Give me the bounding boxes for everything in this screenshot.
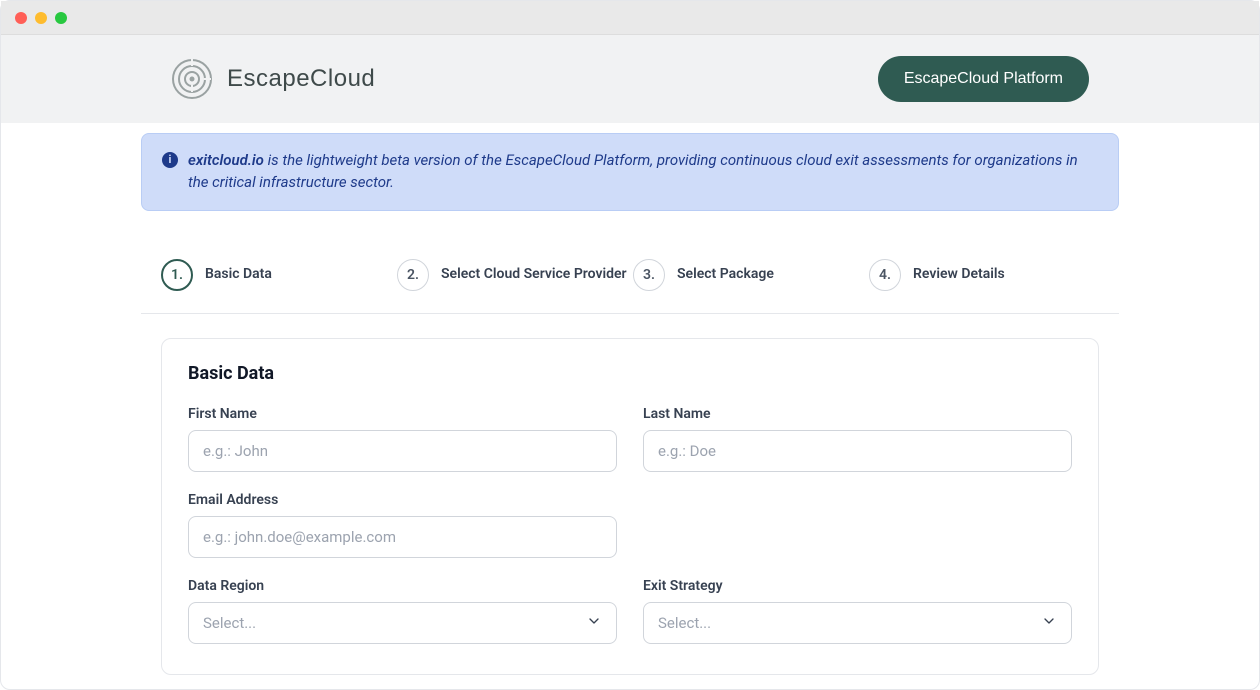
chevron-down-icon (1041, 613, 1057, 633)
data-region-field-wrap: Data Region Select... (188, 578, 617, 644)
basic-data-card: Basic Data First Name Last Name Email Ad… (161, 338, 1099, 675)
step-select-provider[interactable]: 2. Select Cloud Service Provider (397, 259, 627, 291)
chevron-down-icon (586, 613, 602, 633)
card-title: Basic Data (188, 363, 1072, 384)
info-text-prefix: exitcloud.io (188, 151, 264, 169)
data-region-select[interactable]: Select... (188, 602, 617, 644)
step-number: 2. (397, 259, 429, 291)
step-label: Select Package (677, 266, 774, 283)
exit-strategy-field-wrap: Exit Strategy Select... (643, 578, 1072, 644)
data-region-selected: Select... (203, 614, 256, 632)
step-number: 1. (161, 259, 193, 291)
window-minimize-dot[interactable] (35, 12, 47, 24)
step-label: Basic Data (205, 266, 272, 283)
email-label: Email Address (188, 492, 617, 508)
exit-strategy-label: Exit Strategy (643, 578, 1072, 594)
last-name-label: Last Name (643, 406, 1072, 422)
platform-button[interactable]: EscapeCloud Platform (878, 56, 1089, 102)
window-close-dot[interactable] (15, 12, 27, 24)
window-zoom-dot[interactable] (55, 12, 67, 24)
info-text-rest: is the lightweight beta version of the E… (188, 151, 1078, 191)
first-name-label: First Name (188, 406, 617, 422)
step-label: Select Cloud Service Provider (441, 266, 627, 283)
exit-strategy-select[interactable]: Select... (643, 602, 1072, 644)
labyrinth-icon (171, 58, 213, 100)
info-text: exitcloud.io is the lightweight beta ver… (188, 150, 1098, 194)
last-name-field-wrap: Last Name (643, 406, 1072, 472)
step-number: 3. (633, 259, 665, 291)
last-name-input[interactable] (643, 430, 1072, 472)
first-name-field-wrap: First Name (188, 406, 617, 472)
logo: EscapeCloud (171, 58, 375, 100)
data-region-label: Data Region (188, 578, 617, 594)
top-bar: EscapeCloud EscapeCloud Platform (1, 35, 1259, 123)
email-field-wrap: Email Address (188, 492, 617, 558)
step-number: 4. (869, 259, 901, 291)
first-name-input[interactable] (188, 430, 617, 472)
info-icon: i (162, 152, 178, 168)
email-input[interactable] (188, 516, 617, 558)
window-titlebar (1, 1, 1259, 35)
brand-name: EscapeCloud (227, 65, 375, 93)
step-select-package[interactable]: 3. Select Package (633, 259, 863, 291)
step-label: Review Details (913, 266, 1005, 283)
step-basic-data[interactable]: 1. Basic Data (161, 259, 391, 291)
info-banner: i exitcloud.io is the lightweight beta v… (141, 133, 1119, 211)
stepper: 1. Basic Data 2. Select Cloud Service Pr… (141, 259, 1119, 314)
exit-strategy-selected: Select... (658, 614, 711, 632)
step-review-details[interactable]: 4. Review Details (869, 259, 1099, 291)
